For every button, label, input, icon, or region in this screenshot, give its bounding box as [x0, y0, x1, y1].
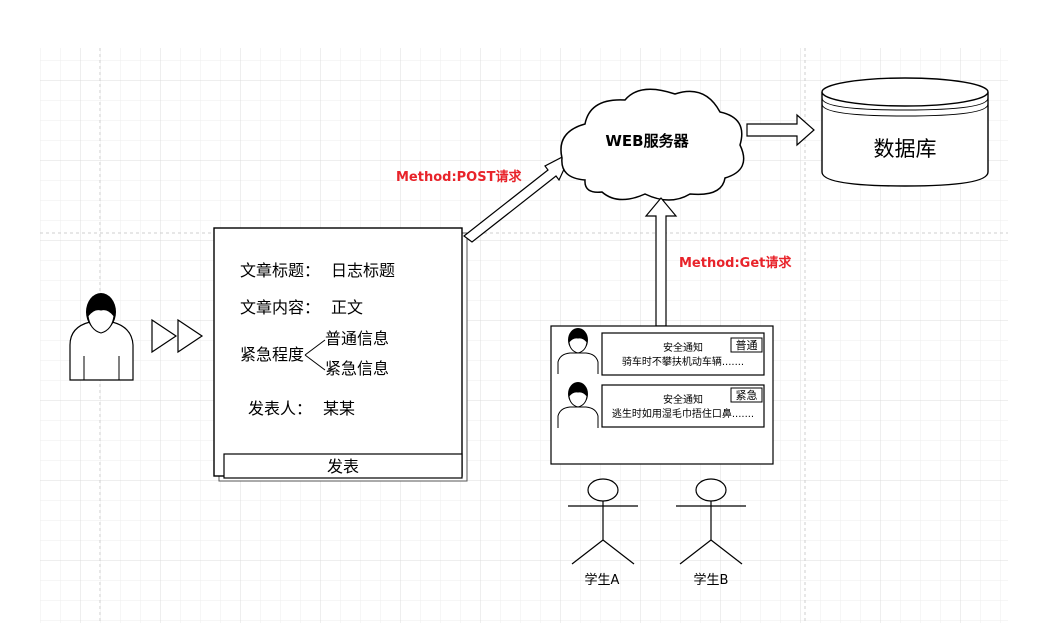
author-value: 某某 [323, 399, 355, 418]
student-a-label: 学生A [585, 572, 620, 588]
database-label: 数据库 [874, 137, 937, 161]
notice-tag-badge: 普通 [730, 337, 763, 353]
content-label: 文章内容： [240, 298, 320, 317]
notice-title: 安全通知 [663, 341, 703, 354]
web-server-label: WEB服务器 [605, 132, 689, 150]
notice-tag: 紧急 [736, 388, 758, 402]
urgency-option-urgent[interactable]: 紧急信息 [325, 359, 389, 378]
title-value: 日志标题 [331, 261, 395, 280]
post-request-label: Method:POST请求 [396, 169, 522, 185]
notice-tag: 普通 [736, 338, 758, 352]
submit-button-label[interactable]: 发表 [327, 457, 359, 476]
notice-tag-badge: 紧急 [730, 387, 763, 403]
submit-button[interactable]: 发表 [223, 453, 463, 479]
urgency-label: 紧急程度 [240, 345, 304, 364]
notice-text: 骑车时不攀扶机动车辆....... [622, 355, 744, 368]
urgency-option-normal[interactable]: 普通信息 [325, 329, 389, 348]
author-label: 发表人： [248, 399, 312, 418]
content-value: 正文 [331, 298, 363, 317]
student-b-label: 学生B [694, 572, 729, 588]
notice-title: 安全通知 [663, 393, 703, 406]
get-request-label: Method:Get请求 [679, 255, 792, 271]
title-label: 文章标题： [240, 261, 320, 280]
notice-text: 逃生时如用湿毛巾捂住口鼻....... [612, 407, 754, 420]
database-icon [821, 77, 989, 187]
architecture-diagram: 文章标题： 日志标题 文章内容： 正文 紧急程度 普通信息 紧急信息 发表人： … [40, 48, 1008, 623]
